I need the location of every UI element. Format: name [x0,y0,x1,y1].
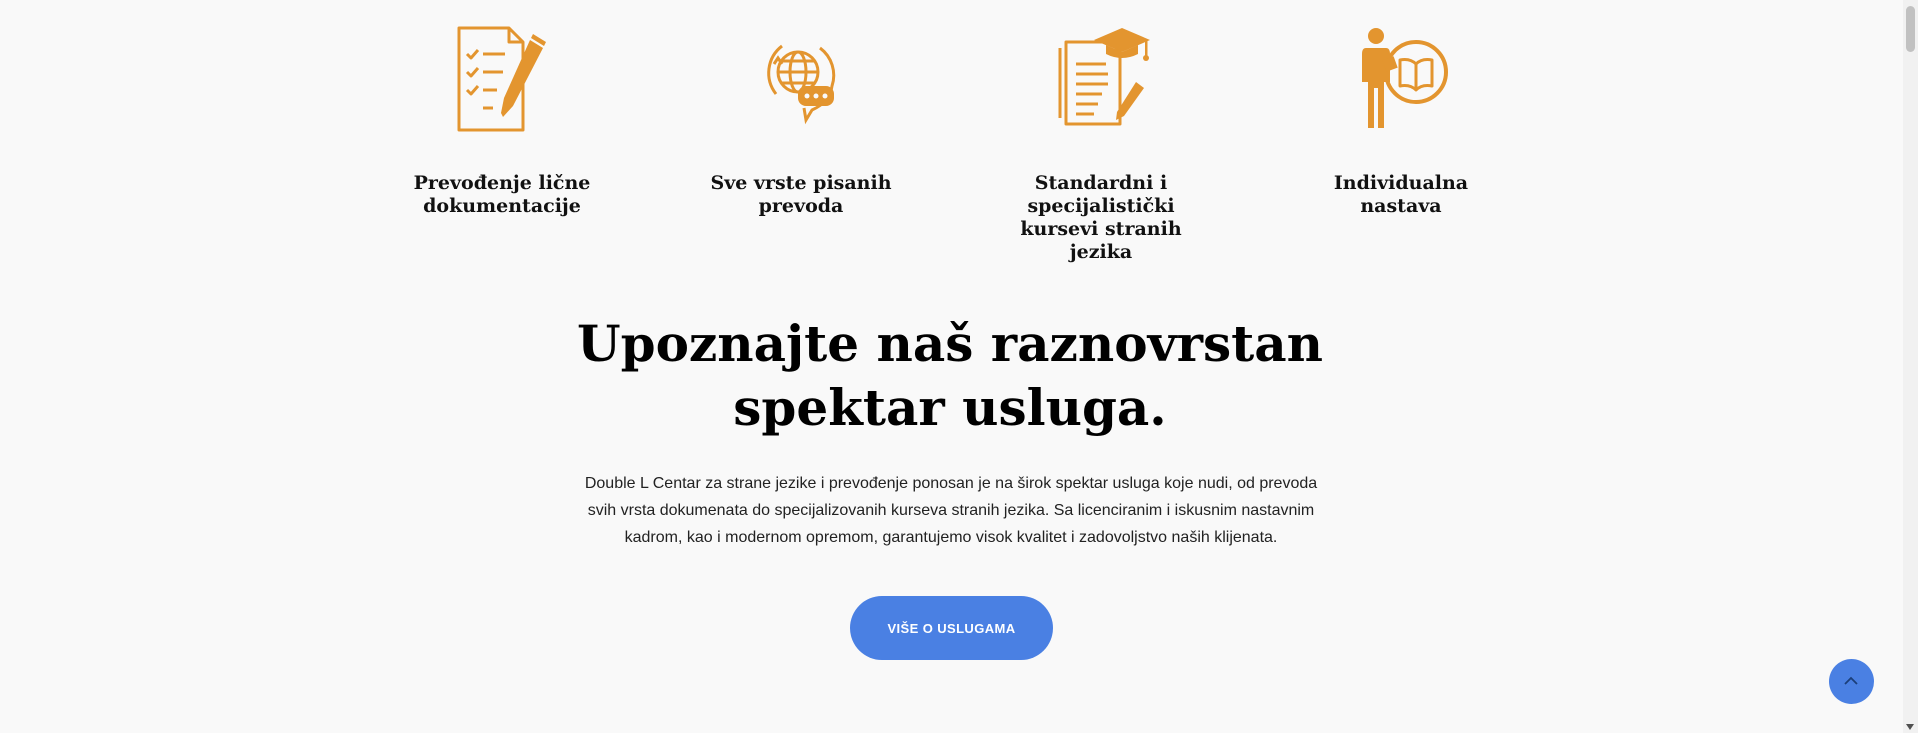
feature-title: Sve vrste pisanih prevoda [710,172,892,217]
feature-title: Individualna nastava [1333,172,1469,217]
feature-language-courses: Standardni i specijalistički kursevi str… [991,24,1211,264]
feature-individual-lessons: Individualna nastava [1291,24,1511,218]
more-about-services-button[interactable]: VIŠE O USLUGAMA [850,596,1053,660]
chevron-up-icon [1844,676,1858,685]
page-scrollbar[interactable] [1903,0,1918,733]
feature-written-translations: Sve vrste pisanih prevoda [691,24,911,218]
feature-title: Standardni i specijalistički kursevi str… [1020,172,1182,263]
services-title: Upoznajte naš raznovrstan spektar usluga… [577,314,1323,437]
scroll-to-top-button[interactable] [1829,659,1874,704]
globe-speech-icon [767,44,836,125]
person-book-icon [1362,28,1448,128]
document-pen-icon [457,26,546,132]
scrollbar-thumb[interactable] [1906,6,1915,52]
feature-personal-documents: Prevođenje lične dokumentacije [392,24,612,218]
features-section: Prevođenje lične dokumentacije Sve vrste… [0,0,1900,263]
graduation-document-icon [1058,28,1150,126]
feature-title: Prevođenje lične dokumentacije [413,172,591,217]
scroll-down-arrow-icon[interactable] [1906,724,1914,730]
services-description: Double L Centar za strane jezike i prevo… [584,475,1318,546]
